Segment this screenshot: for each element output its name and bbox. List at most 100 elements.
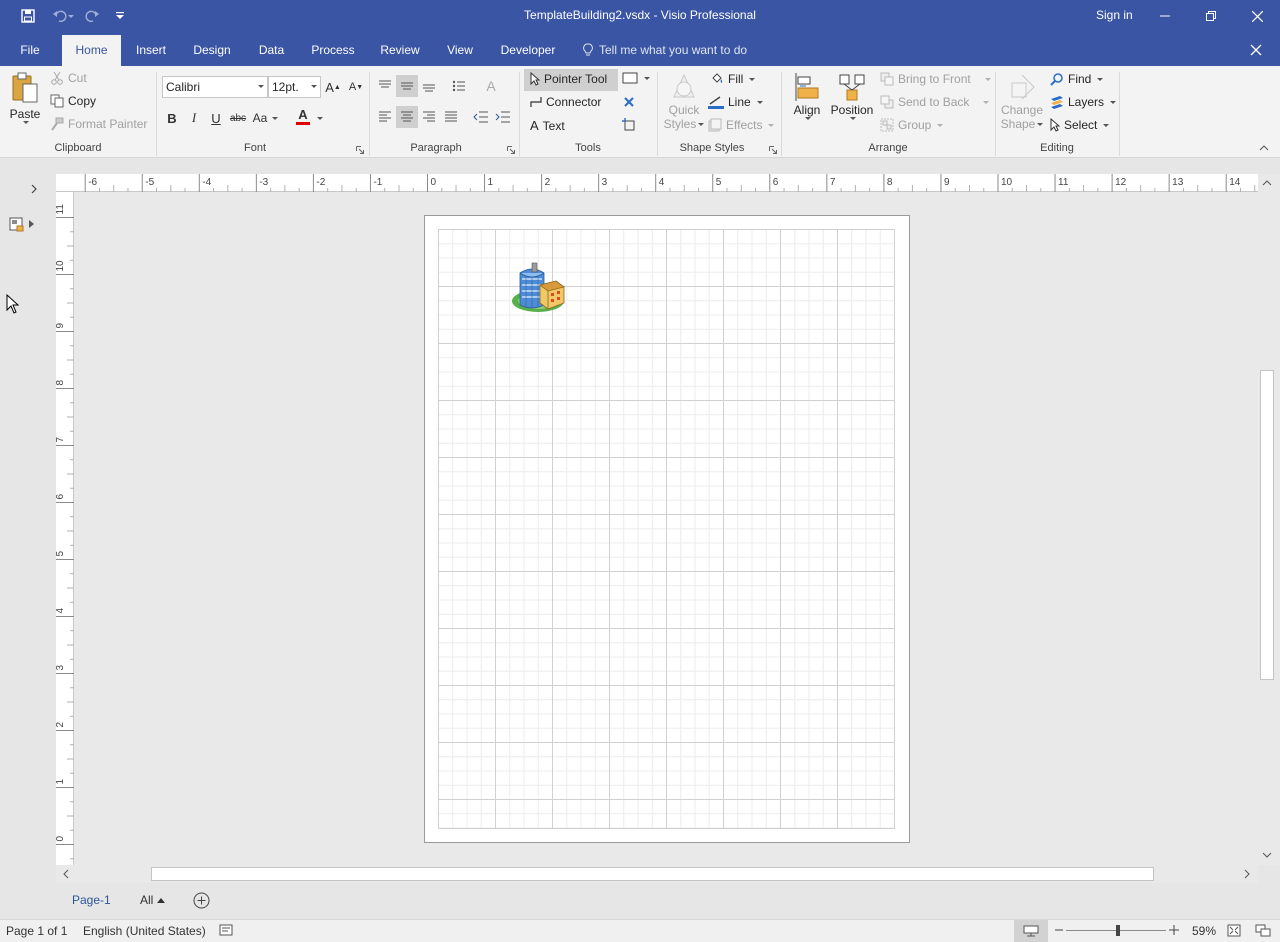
tab-process[interactable]: Process: [307, 35, 359, 66]
horizontal-scrollbar[interactable]: [56, 865, 1258, 883]
all-pages-button[interactable]: All: [140, 893, 166, 907]
switch-windows-icon[interactable]: [1255, 924, 1271, 937]
restore-button[interactable]: [1188, 0, 1234, 32]
connection-point-icon[interactable]: [618, 114, 640, 136]
position-button[interactable]: Position: [828, 71, 876, 120]
tab-design[interactable]: Design: [188, 35, 236, 66]
paste-button[interactable]: Paste: [8, 72, 42, 127]
scroll-down-icon[interactable]: [1261, 850, 1273, 860]
text-direction-icon[interactable]: A: [480, 75, 502, 97]
paragraph-dialog-launcher-icon[interactable]: [505, 144, 517, 156]
vertical-scroll-thumb[interactable]: [1260, 370, 1274, 680]
font-color-button[interactable]: A: [292, 105, 314, 127]
language-status[interactable]: English (United States): [83, 924, 206, 938]
fill-button[interactable]: Fill: [710, 72, 756, 86]
justify-icon[interactable]: [440, 106, 462, 128]
sign-in-link[interactable]: Sign in: [1096, 8, 1133, 22]
add-page-icon[interactable]: [193, 892, 210, 909]
drawing-page[interactable]: [424, 215, 910, 843]
increase-indent-icon[interactable]: [492, 106, 514, 128]
building-shape-icon[interactable]: [510, 259, 568, 317]
pointer-tool-button[interactable]: Pointer Tool: [530, 72, 607, 86]
tab-review[interactable]: Review: [376, 35, 424, 66]
scroll-left-icon[interactable]: [61, 868, 71, 880]
align-top-icon[interactable]: [374, 75, 396, 97]
paste-label: Paste: [9, 107, 41, 121]
macro-record-icon[interactable]: [219, 924, 233, 936]
font-family-dropdown[interactable]: Calibri: [162, 76, 268, 98]
select-button[interactable]: Select: [1050, 118, 1110, 132]
chevron-down-icon[interactable]: [268, 107, 280, 129]
connector-button[interactable]: Connector: [530, 95, 601, 109]
find-button[interactable]: Find: [1050, 72, 1104, 86]
tell-me-box[interactable]: Tell me what you want to do: [583, 35, 747, 65]
tab-home[interactable]: Home: [62, 35, 121, 66]
tab-developer[interactable]: Developer: [497, 35, 559, 66]
align-center-icon[interactable]: [396, 106, 418, 128]
expand-shapes-pane-icon[interactable]: [30, 184, 42, 196]
font-color-glyph: A: [298, 106, 308, 122]
cut-button[interactable]: Cut: [50, 71, 87, 85]
zoom-level[interactable]: 59%: [1192, 924, 1216, 938]
zoom-in-icon[interactable]: [1168, 923, 1180, 937]
line-button[interactable]: Line: [708, 95, 763, 109]
ruler-label: 0: [431, 177, 437, 188]
tab-data[interactable]: Data: [253, 35, 290, 66]
horizontal-scroll-thumb[interactable]: [151, 867, 1154, 881]
ruler-label: 7: [56, 437, 66, 443]
tab-view[interactable]: View: [440, 35, 480, 66]
align-right-icon[interactable]: [418, 106, 440, 128]
align-bottom-icon[interactable]: [418, 75, 440, 97]
pointer-tool-label: Pointer Tool: [544, 72, 608, 86]
tab-insert[interactable]: Insert: [130, 35, 172, 66]
group-button[interactable]: Group: [880, 118, 944, 132]
presentation-mode-icon[interactable]: [1014, 920, 1048, 942]
bold-button[interactable]: B: [161, 107, 183, 129]
ruler-label: 10: [1001, 177, 1013, 188]
align-button[interactable]: Align: [788, 71, 826, 120]
change-shape-button[interactable]: Change Shape: [999, 71, 1045, 131]
bring-to-front-label: Bring to Front: [898, 72, 971, 86]
bring-to-front-button[interactable]: Bring to Front: [880, 72, 991, 86]
chevron-down-icon[interactable]: [313, 107, 325, 129]
quick-styles-button[interactable]: Quick Styles: [662, 71, 706, 131]
rectangle-shape-button[interactable]: [622, 72, 650, 84]
stencil-icon[interactable]: [9, 215, 39, 233]
align-left-icon[interactable]: [374, 106, 396, 128]
scroll-up-icon[interactable]: [1261, 178, 1273, 188]
italic-button[interactable]: I: [183, 107, 205, 129]
tab-file[interactable]: File: [14, 35, 46, 66]
change-case-button[interactable]: Aa: [250, 107, 270, 129]
vertical-ruler[interactable]: 11 10 9 8 7 6 5 4 3 2 1 0: [56, 192, 74, 865]
layers-button[interactable]: Layers: [1050, 95, 1117, 109]
strikethrough-button[interactable]: abc: [227, 107, 249, 129]
zoom-slider-thumb[interactable]: [1116, 925, 1120, 936]
font-size-dropdown[interactable]: 12pt.: [268, 76, 321, 98]
align-middle-icon[interactable]: [396, 75, 418, 97]
zoom-out-icon[interactable]: [1054, 923, 1064, 937]
font-dialog-launcher-icon[interactable]: [354, 144, 366, 156]
page-tab-page-1[interactable]: Page-1: [72, 893, 111, 907]
close-document-icon[interactable]: [1248, 42, 1264, 58]
minimize-button[interactable]: [1142, 0, 1188, 32]
format-painter-button[interactable]: Format Painter: [50, 117, 147, 131]
page-count-status[interactable]: Page 1 of 1: [6, 924, 67, 938]
grow-font-icon[interactable]: A ▲: [322, 76, 344, 98]
fit-page-icon[interactable]: [1227, 924, 1241, 937]
close-x-icon[interactable]: [618, 91, 640, 113]
vertical-scrollbar[interactable]: [1258, 174, 1280, 865]
shape-styles-dialog-launcher-icon[interactable]: [767, 144, 779, 156]
shrink-font-icon[interactable]: A ▼: [345, 76, 367, 98]
underline-button[interactable]: U: [205, 107, 227, 129]
copy-button[interactable]: Copy: [50, 94, 96, 108]
send-to-back-button[interactable]: Send to Back: [880, 95, 990, 109]
decrease-indent-icon[interactable]: [470, 106, 492, 128]
close-button[interactable]: [1234, 0, 1280, 32]
horizontal-ruler[interactable]: -6 -5 -4 -3 -2 -1 0 1 2 3 4 5 6 7 8 9 10 11 12 13 14: [56, 174, 1258, 192]
text-tool-button[interactable]: A Text: [530, 118, 565, 133]
copy-label: Copy: [68, 94, 97, 108]
collapse-ribbon-icon[interactable]: [1256, 140, 1272, 156]
effects-button[interactable]: Effects: [708, 118, 775, 132]
scroll-right-icon[interactable]: [1242, 868, 1252, 880]
bullets-icon[interactable]: [448, 75, 470, 97]
